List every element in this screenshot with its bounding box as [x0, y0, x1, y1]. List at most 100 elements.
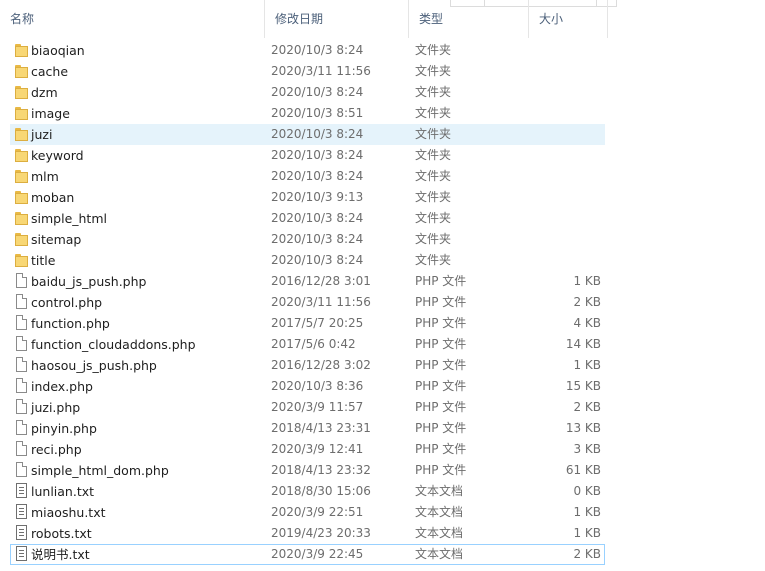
file-row[interactable]: 说明书.txt 2020/3/9 22:45 文本文档 2 KB — [10, 544, 605, 565]
folder-icon — [13, 41, 29, 60]
file-row[interactable]: robots.txt 2019/4/23 20:33 文本文档 1 KB — [10, 523, 605, 544]
php-file-icon — [13, 377, 29, 396]
file-date-modified: 2016/12/28 3:01 — [271, 274, 371, 288]
file-date-modified: 2019/4/23 20:33 — [271, 526, 371, 540]
file-size: 0 KB — [573, 484, 601, 498]
file-type: 文件夹 — [415, 190, 452, 204]
file-date-modified: 2020/10/3 8:36 — [271, 379, 364, 393]
file-size: 2 KB — [573, 400, 601, 414]
file-size: 2 KB — [573, 547, 601, 561]
file-type: PHP 文件 — [415, 274, 467, 288]
file-name: reci.php — [31, 442, 82, 457]
php-file-icon — [13, 419, 29, 438]
file-size — [531, 146, 601, 165]
file-type: PHP 文件 — [415, 379, 467, 393]
php-file-icon — [13, 440, 29, 459]
file-name: title — [31, 253, 56, 268]
file-type: 文本文档 — [415, 505, 464, 519]
file-size — [531, 125, 601, 144]
file-size — [531, 62, 601, 81]
file-date-modified: 2020/10/3 9:13 — [271, 190, 364, 204]
file-row[interactable]: moban 2020/10/3 9:13 文件夹 — [10, 187, 605, 208]
file-row[interactable]: function.php 2017/5/7 20:25 PHP 文件 4 KB — [10, 313, 605, 334]
file-row[interactable]: control.php 2020/3/11 11:56 PHP 文件 2 KB — [10, 292, 605, 313]
file-type: PHP 文件 — [415, 337, 467, 351]
file-type: 文件夹 — [415, 232, 452, 246]
file-row[interactable]: simple_html 2020/10/3 8:24 文件夹 — [10, 208, 605, 229]
file-name: image — [31, 106, 70, 121]
file-name: control.php — [31, 295, 103, 310]
file-row[interactable]: function_cloudaddons.php 2017/5/6 0:42 PHP… — [10, 334, 605, 355]
file-name: miaoshu.txt — [31, 505, 106, 520]
file-type: 文本文档 — [415, 547, 464, 561]
file-row[interactable]: index.php 2020/10/3 8:36 PHP 文件 15 KB — [10, 376, 605, 397]
file-date-modified: 2016/12/28 3:02 — [271, 358, 371, 372]
file-row[interactable]: keyword 2020/10/3 8:24 文件夹 — [10, 145, 605, 166]
file-date-modified: 2020/3/11 11:56 — [271, 295, 371, 309]
file-date-modified: 2020/10/3 8:51 — [271, 106, 364, 120]
file-row[interactable]: title 2020/10/3 8:24 文件夹 — [10, 250, 605, 271]
file-name: 说明书.txt — [31, 547, 90, 562]
file-name: moban — [31, 190, 75, 205]
file-row[interactable]: baidu_js_push.php 2016/12/28 3:01 PHP 文件 1 … — [10, 271, 605, 292]
php-file-icon — [13, 272, 29, 291]
file-date-modified: 2020/3/11 11:56 — [271, 64, 371, 78]
file-type: 文件夹 — [415, 106, 452, 120]
file-name: keyword — [31, 148, 84, 163]
file-row[interactable]: cache 2020/3/11 11:56 文件夹 — [10, 61, 605, 82]
file-row[interactable]: biaoqian 2020/10/3 8:24 文件夹 — [10, 40, 605, 61]
file-size: 14 KB — [565, 337, 601, 351]
column-header-date-modified[interactable]: 修改日期 — [264, 0, 408, 38]
file-date-modified: 2018/4/13 23:32 — [271, 463, 371, 477]
file-date-modified: 2020/10/3 8:24 — [271, 211, 364, 225]
file-type: 文件夹 — [415, 43, 452, 57]
folder-icon — [13, 62, 29, 81]
file-row[interactable]: juzi 2020/10/3 8:24 文件夹 — [10, 124, 605, 145]
file-row[interactable]: sitemap 2020/10/3 8:24 文件夹 — [10, 229, 605, 250]
column-header-type[interactable]: 类型 — [408, 0, 528, 38]
file-size — [531, 251, 601, 270]
file-size — [531, 230, 601, 249]
file-row[interactable]: mlm 2020/10/3 8:24 文件夹 — [10, 166, 605, 187]
file-row[interactable]: simple_html_dom.php 2018/4/13 23:32 PHP 文件… — [10, 460, 605, 481]
php-file-icon — [13, 461, 29, 480]
file-name: baidu_js_push.php — [31, 274, 147, 289]
file-type: PHP 文件 — [415, 295, 467, 309]
file-row[interactable]: haosou_js_push.php 2016/12/28 3:02 PHP 文件 1… — [10, 355, 605, 376]
file-row[interactable]: image 2020/10/3 8:51 文件夹 — [10, 103, 605, 124]
file-row[interactable]: pinyin.php 2018/4/13 23:31 PHP 文件 13 KB — [10, 418, 605, 439]
php-file-icon — [13, 356, 29, 375]
folder-icon — [13, 83, 29, 102]
text-file-icon — [13, 503, 29, 522]
folder-icon — [13, 146, 29, 165]
file-row[interactable]: miaoshu.txt 2020/3/9 22:51 文本文档 1 KB — [10, 502, 605, 523]
file-name: simple_html — [31, 211, 107, 226]
file-date-modified: 2018/4/13 23:31 — [271, 421, 371, 435]
file-date-modified: 2020/3/9 12:41 — [271, 442, 364, 456]
file-row[interactable]: reci.php 2020/3/9 12:41 PHP 文件 3 KB — [10, 439, 605, 460]
file-name: cache — [31, 64, 69, 79]
php-file-icon — [13, 293, 29, 312]
file-type: 文本文档 — [415, 526, 464, 540]
file-size — [531, 209, 601, 228]
file-name: haosou_js_push.php — [31, 358, 157, 373]
column-header-name[interactable]: 名称 — [0, 0, 264, 38]
file-row[interactable]: lunlian.txt 2018/8/30 15:06 文本文档 0 KB — [10, 481, 605, 502]
file-row[interactable]: dzm 2020/10/3 8:24 文件夹 — [10, 82, 605, 103]
file-date-modified: 2018/8/30 15:06 — [271, 484, 371, 498]
file-size: 13 KB — [565, 421, 601, 435]
file-size — [531, 83, 601, 102]
file-name: sitemap — [31, 232, 82, 247]
folder-icon — [13, 167, 29, 186]
file-type: 文件夹 — [415, 211, 452, 225]
file-row[interactable]: juzi.php 2020/3/9 11:57 PHP 文件 2 KB — [10, 397, 605, 418]
file-type: 文件夹 — [415, 85, 452, 99]
file-size — [531, 104, 601, 123]
file-size — [531, 188, 601, 207]
file-name: biaoqian — [31, 43, 85, 58]
file-name: function_cloudaddons.php — [31, 337, 196, 352]
file-date-modified: 2020/3/9 22:51 — [271, 505, 364, 519]
column-header-size[interactable]: 大小 — [528, 0, 608, 38]
file-date-modified: 2020/10/3 8:24 — [271, 253, 364, 267]
file-size: 2 KB — [573, 295, 601, 309]
